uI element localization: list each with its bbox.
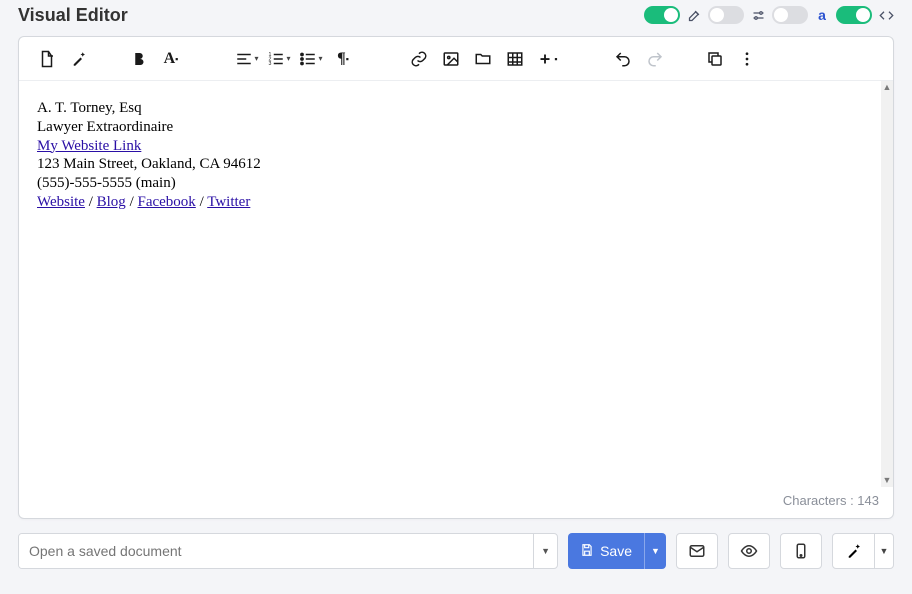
undo-button[interactable] — [609, 44, 637, 74]
table-button[interactable] — [501, 44, 529, 74]
open-document-select[interactable]: ▼ — [18, 533, 558, 569]
link-blog[interactable]: Blog — [97, 194, 126, 210]
more-button[interactable] — [733, 44, 761, 74]
sliders-icon — [750, 7, 766, 23]
scroll-up-icon[interactable]: ▲ — [883, 83, 892, 92]
new-file-button[interactable] — [33, 44, 61, 74]
character-count: Characters : 143 — [19, 487, 893, 518]
edit-icon — [686, 7, 702, 23]
save-dropdown[interactable]: ▼ — [644, 533, 666, 569]
bottom-bar: ▼ Save ▼ ▼ — [18, 533, 894, 569]
toggle-amazon[interactable] — [772, 6, 808, 24]
page-title: Visual Editor — [18, 5, 128, 26]
toggle-code[interactable] — [836, 6, 872, 24]
svg-text:3: 3 — [269, 61, 272, 67]
editor-toolbar: A▪ ▾ 123▾ ▾ ¶▪ ▪ — [19, 37, 893, 81]
font-size-button[interactable]: A▪ — [157, 44, 185, 74]
editor-content[interactable]: A. T. Torney, Esq Lawyer Extraordinaire … — [19, 81, 881, 487]
bold-button[interactable] — [125, 44, 153, 74]
toggle-edit-mode[interactable] — [644, 6, 680, 24]
editor-card: A▪ ▾ 123▾ ▾ ¶▪ ▪ A. T. Torney, Esq Lawye… — [18, 36, 894, 519]
open-document-caret[interactable]: ▼ — [533, 534, 557, 568]
link-website[interactable]: Website — [37, 194, 85, 210]
code-icon — [878, 7, 894, 23]
redo-button[interactable] — [641, 44, 669, 74]
link-facebook[interactable]: Facebook — [137, 194, 195, 210]
scroll-down-icon[interactable]: ▼ — [883, 476, 892, 485]
amazon-icon: a — [814, 7, 830, 23]
link-twitter[interactable]: Twitter — [207, 194, 250, 210]
toggle-sliders[interactable] — [708, 6, 744, 24]
scrollbar[interactable]: ▲ ▼ — [881, 81, 893, 487]
preview-button[interactable] — [728, 533, 770, 569]
align-button[interactable]: ▾ — [233, 44, 261, 74]
image-button[interactable] — [437, 44, 465, 74]
open-document-input[interactable] — [19, 534, 533, 568]
ordered-list-button[interactable]: 123▾ — [265, 44, 293, 74]
signature-role: Lawyer Extraordinaire — [37, 118, 863, 137]
header-toggles: a — [644, 6, 894, 24]
signature-address: 123 Main Street, Oakland, CA 94612 — [37, 155, 863, 174]
paragraph-button[interactable]: ¶▪ — [329, 44, 357, 74]
insert-more-button[interactable]: ▪ — [533, 44, 561, 74]
signature-name: A. T. Torney, Esq — [37, 99, 863, 118]
link-sep: / — [196, 194, 207, 210]
bottom-wand-dropdown[interactable]: ▼ — [875, 534, 893, 568]
unordered-list-button[interactable]: ▾ — [297, 44, 325, 74]
link-sep: / — [126, 194, 138, 210]
signature-site-link[interactable]: My Website Link — [37, 138, 141, 154]
email-button[interactable] — [676, 533, 718, 569]
signature-phone: (555)-555-5555 (main) — [37, 174, 863, 193]
magic-wand-button[interactable] — [65, 44, 93, 74]
save-icon — [580, 543, 594, 560]
bottom-wand-button[interactable] — [833, 534, 875, 568]
folder-button[interactable] — [469, 44, 497, 74]
mobile-button[interactable] — [780, 533, 822, 569]
link-sep: / — [85, 194, 97, 210]
save-label: Save — [600, 543, 632, 559]
copy-button[interactable] — [701, 44, 729, 74]
link-button[interactable] — [405, 44, 433, 74]
save-button[interactable]: Save ▼ — [568, 533, 666, 569]
